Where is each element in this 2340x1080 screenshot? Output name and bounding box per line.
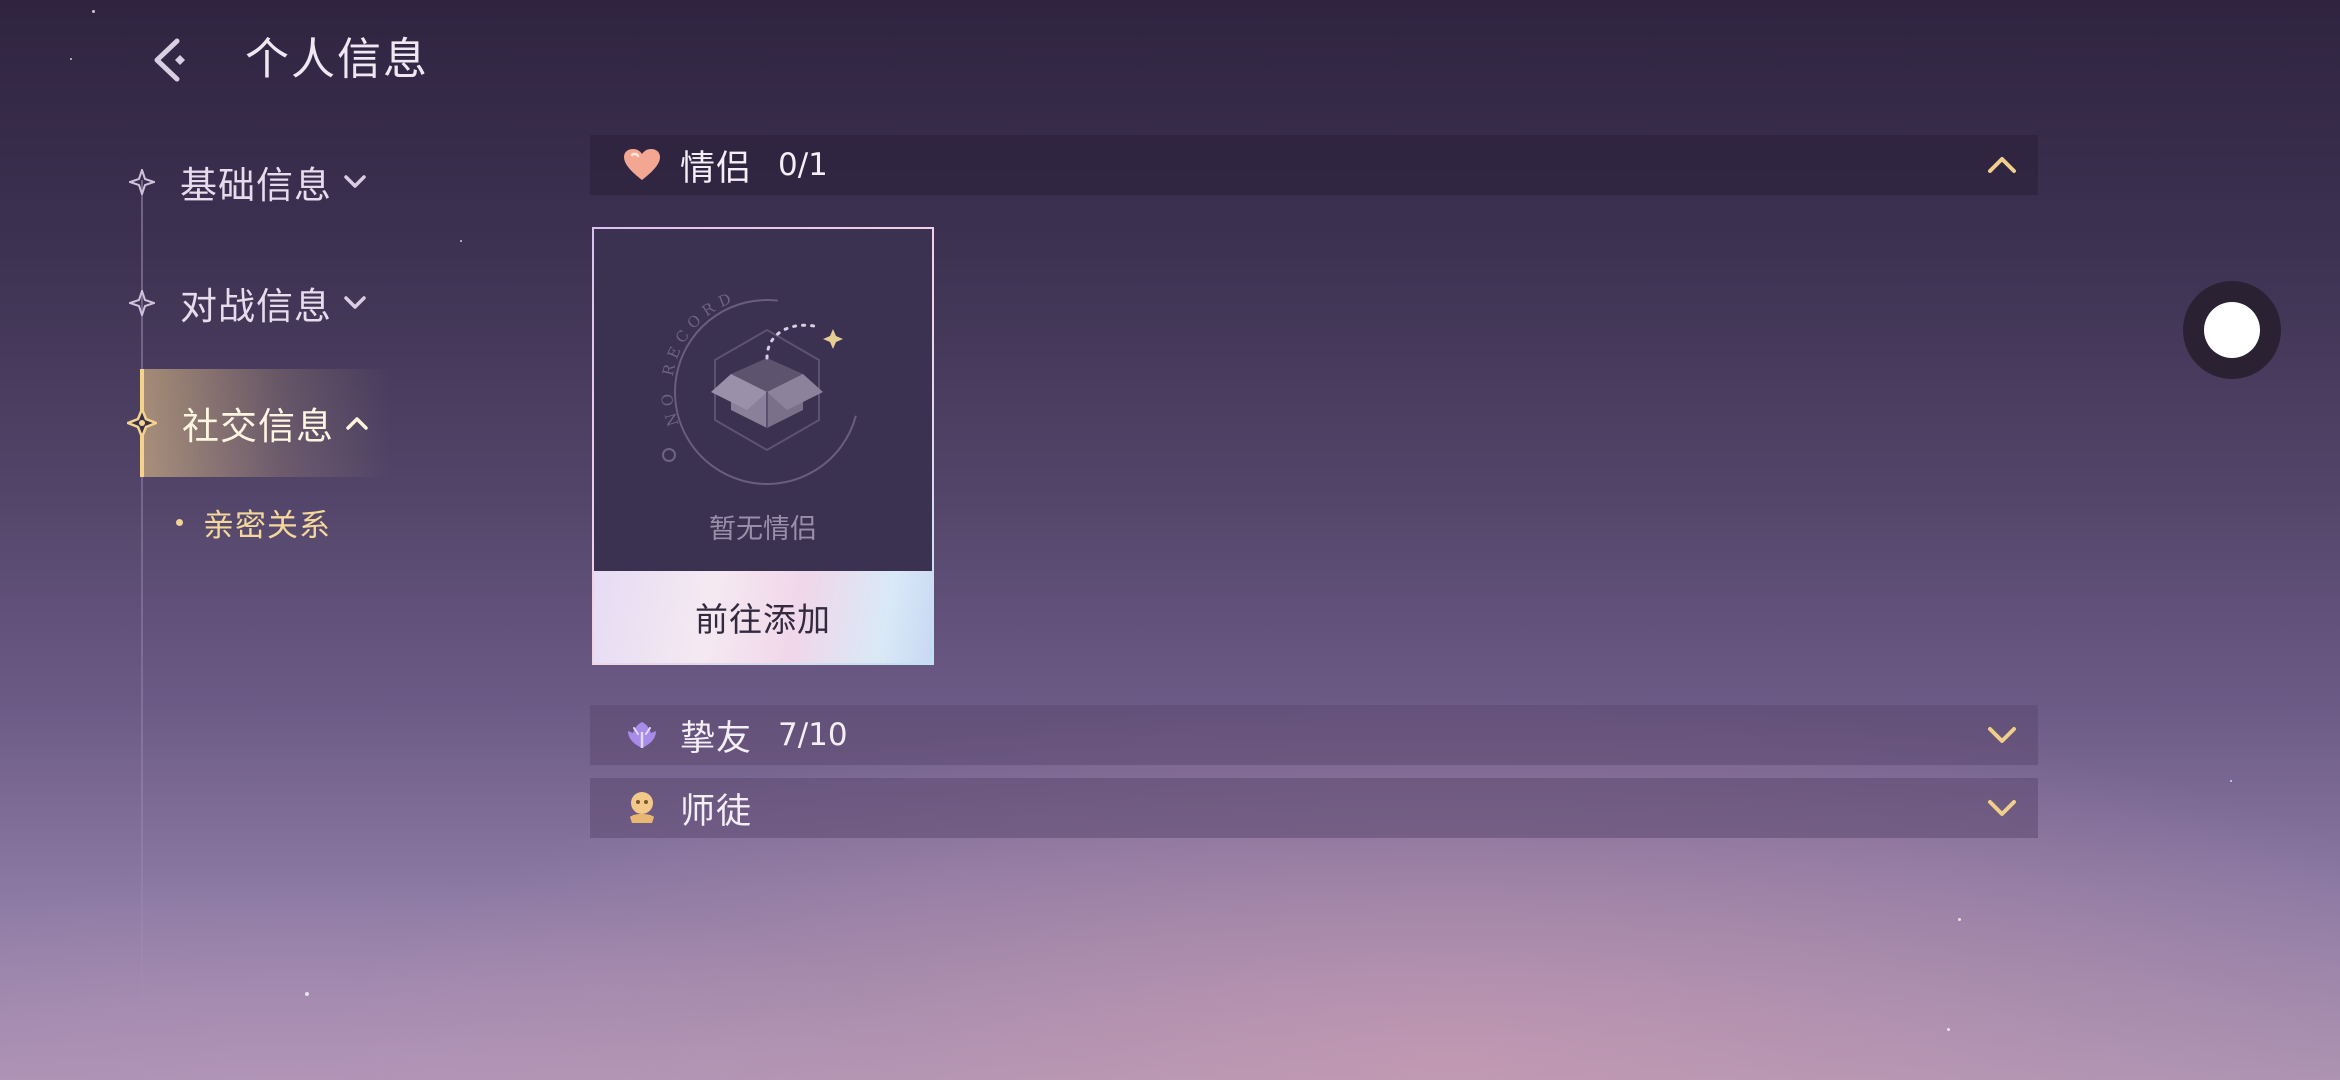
diamond-active-icon — [120, 401, 164, 445]
back-arrow-icon — [154, 38, 185, 82]
chevron-down-icon — [1986, 792, 2018, 824]
back-button[interactable] — [140, 30, 200, 90]
page-title: 个人信息 — [245, 34, 429, 85]
empty-text: 暂无情侣 — [709, 514, 817, 545]
arc-text: NO RECORD — [658, 287, 739, 428]
section-header-friends[interactable]: 挚友 7/10 — [590, 705, 2038, 765]
chevron-down-icon — [342, 290, 368, 316]
section-count: 7/10 — [778, 717, 848, 753]
empty-box-icon: NO RECORD — [658, 287, 860, 485]
chevron-down-icon — [342, 169, 368, 195]
section-title: 师徒 — [680, 791, 753, 832]
section-header-couple[interactable]: 情侣 0/1 — [590, 135, 2038, 195]
mentor-icon — [622, 788, 662, 828]
nav-item-battle-info[interactable]: 对战信息 — [120, 268, 368, 338]
nav-item-label: 社交信息 — [182, 405, 334, 448]
diamond-icon — [120, 160, 164, 204]
heart-icon — [622, 145, 662, 185]
nav-item-label: 基础信息 — [180, 164, 332, 207]
chevron-up-icon — [1986, 149, 2018, 181]
floating-assist-button[interactable] — [2183, 281, 2281, 379]
floating-button-dot — [2204, 302, 2260, 358]
chevron-up-icon — [344, 410, 370, 436]
diamond-icon — [120, 281, 164, 325]
chevron-down-icon — [1986, 719, 2018, 751]
sub-item-label: 亲密关系 — [203, 507, 331, 544]
section-header-mentor[interactable]: 师徒 — [590, 778, 2038, 838]
nav-item-label: 对战信息 — [180, 285, 332, 328]
nav-item-social-info[interactable]: 社交信息 — [127, 369, 390, 477]
section-title: 挚友 — [680, 718, 753, 759]
nav-item-basic-info[interactable]: 基础信息 — [120, 147, 368, 217]
go-add-button[interactable]: 前往添加 — [594, 571, 932, 663]
section-count: 0/1 — [778, 147, 828, 183]
bullet-dot — [176, 518, 183, 526]
section-title: 情侣 — [680, 148, 753, 189]
couple-empty-card[interactable]: NO RECORD 暂无情侣 前往添加 — [592, 227, 934, 665]
sub-item-intimate-relations[interactable]: 亲密关系 — [176, 500, 331, 544]
friends-icon — [622, 715, 662, 755]
